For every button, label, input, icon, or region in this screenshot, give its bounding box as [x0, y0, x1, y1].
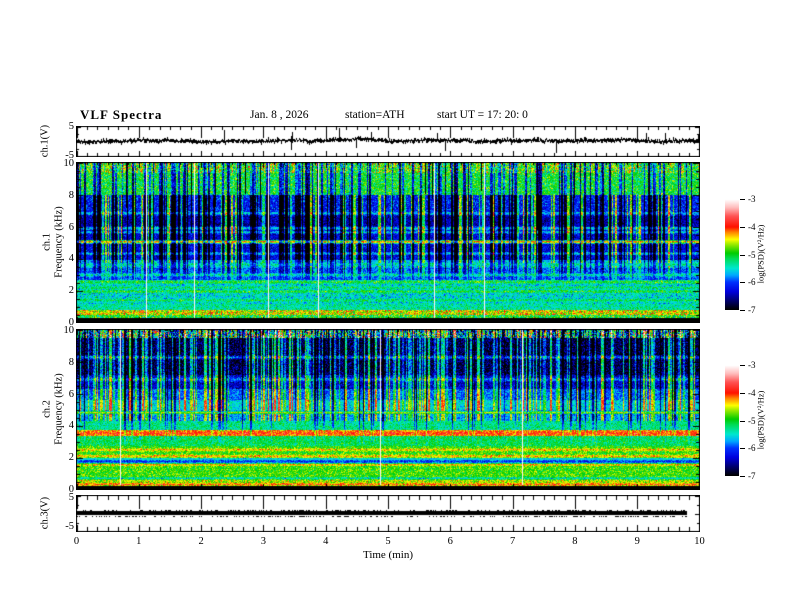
- time-tick-label: 6: [447, 536, 453, 547]
- colorbar-tick: [740, 365, 745, 366]
- time-tick-label: 2: [198, 536, 204, 547]
- frequency-label-line2b: Frequency (kHz): [53, 373, 64, 445]
- colorbar-tick-label: -4: [748, 221, 756, 232]
- time-tick-label: 3: [260, 536, 267, 547]
- time-axis-label: Time (min): [362, 549, 413, 561]
- ch1-freq-tick-label: 2: [68, 285, 74, 297]
- ch2-freq-tick-label: 10: [63, 325, 75, 336]
- ch1-freq-tick-label: 6: [68, 221, 74, 233]
- ch1-freq-tick-label: 10: [63, 158, 75, 169]
- colorbar-tick-label: -4: [748, 387, 756, 398]
- colorbar-tick-label: -3: [748, 360, 756, 370]
- colorbar-tick: [740, 476, 745, 477]
- ch1-label-line1: ch.1: [41, 233, 53, 251]
- plot-date: Jan. 8 , 2026: [250, 109, 309, 121]
- time-tick-label: 7: [509, 536, 516, 547]
- ch1-freq-tick-label: 4: [68, 253, 74, 265]
- time-tick-label: 10: [694, 536, 705, 547]
- plot-title: VLF Spectra: [80, 107, 163, 122]
- ch1-waveform-panel: [76, 126, 700, 157]
- ch1-frequency-axis-label: ch.1 Frequency (kHz): [42, 206, 65, 277]
- time-tick-label: 1: [136, 536, 142, 547]
- time-tick-label: 9: [634, 536, 640, 547]
- ch1-freq-tick-label: 8: [68, 189, 74, 201]
- ch3-waveform-panel: [76, 495, 700, 532]
- frequency-label-line2: Frequency (kHz): [53, 206, 64, 278]
- colorbar-tick: [740, 282, 745, 284]
- ch2-label-line1: ch.2: [41, 400, 53, 418]
- colorbar-tick: [740, 199, 745, 200]
- colorbar-tick-label: -6: [748, 443, 756, 454]
- colorbar1-psd-label: log(PSD)(V²/Hz): [755, 224, 766, 284]
- colorbar-tick: [740, 226, 745, 228]
- ch3v-tick-label: -5: [65, 521, 74, 532]
- plot-station: station=ATH: [345, 109, 405, 121]
- time-tick-label: 4: [323, 536, 329, 547]
- colorbar-tick: [740, 392, 745, 394]
- colorbar-tick: [740, 420, 745, 422]
- ch1-spectrogram-panel: [76, 162, 700, 323]
- colorbar-tick-label: -3: [748, 194, 756, 204]
- colorbar-tick-label: -5: [748, 415, 756, 426]
- colorbar-tick: [740, 310, 745, 311]
- ch2-frequency-axis-label: ch.2 Frequency (kHz): [42, 373, 65, 444]
- ch2-spectrogram-panel: [76, 329, 700, 490]
- plot-start-time: start UT = 17: 20: 0: [437, 109, 528, 121]
- ch2-freq-tick-label: 8: [68, 356, 74, 368]
- ch1v-tick-label: 5: [68, 121, 74, 132]
- colorbar-tick-label: -6: [748, 277, 756, 288]
- ch2-freq-tick-label: 4: [68, 420, 74, 432]
- time-tick-label: 8: [572, 536, 578, 547]
- vlf-spectra-figure: VLF Spectra Jan. 8 , 2026 station=ATH st…: [0, 0, 792, 612]
- colorbar-tick-label: -7: [748, 305, 756, 315]
- colorbar-ch1: [725, 199, 739, 310]
- ch3v-tick-label: 5: [68, 492, 74, 503]
- colorbar-tick-label: -5: [748, 249, 756, 260]
- colorbar2-psd-label: log(PSD)(V²/Hz): [755, 390, 766, 450]
- ch2-freq-tick-label: 6: [68, 388, 74, 400]
- colorbar-tick: [740, 448, 745, 450]
- time-tick-label: 5: [385, 536, 391, 547]
- colorbar-ch2: [725, 365, 739, 476]
- colorbar-tick-label: -7: [748, 471, 756, 481]
- time-tick-label: 0: [73, 536, 80, 547]
- ch2-freq-tick-label: 2: [68, 452, 74, 464]
- colorbar-tick: [740, 254, 745, 256]
